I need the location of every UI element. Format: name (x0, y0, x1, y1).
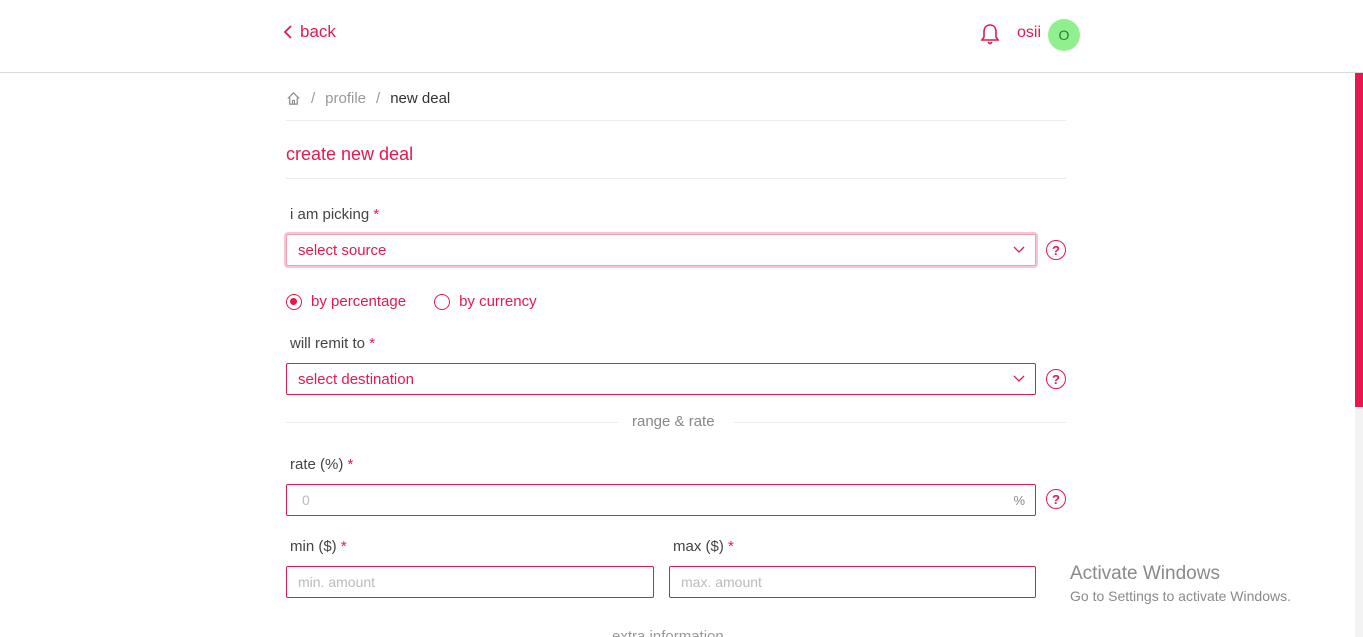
watermark-line2: Go to Settings to activate Windows. (1070, 588, 1291, 604)
required-mark: * (728, 538, 734, 555)
picking-label: i am picking * (290, 206, 379, 223)
mode-radio-group: by percentage by currency (286, 293, 537, 310)
top-header: back osii O (0, 0, 1363, 73)
section-title-partial: extra information (612, 628, 724, 637)
username[interactable]: osii (1017, 24, 1041, 42)
scrollbar-thumb[interactable] (1355, 73, 1363, 407)
chevron-down-icon (1013, 375, 1025, 382)
avatar[interactable]: O (1048, 19, 1080, 51)
rate-input[interactable] (298, 492, 1024, 508)
chevron-down-icon (1013, 246, 1025, 253)
divider (286, 178, 1066, 179)
watermark-line1: Activate Windows (1070, 563, 1220, 584)
max-label: max ($) * (673, 538, 734, 555)
breadcrumb-profile[interactable]: profile (325, 90, 366, 107)
source-select-value: select source (298, 241, 387, 259)
required-mark: * (373, 206, 380, 223)
page-title: create new deal (286, 144, 414, 164)
breadcrumb: / profile / new deal (286, 90, 450, 107)
rate-label: rate (%) * (290, 456, 353, 473)
divider-line (734, 422, 1066, 423)
min-label-text: min ($) (290, 538, 337, 555)
help-icon[interactable]: ? (1046, 240, 1066, 260)
breadcrumb-separator: / (311, 90, 316, 107)
required-mark: * (347, 456, 354, 473)
radio-by-currency[interactable]: by currency (434, 293, 537, 310)
destination-select-value: select destination (298, 370, 414, 388)
required-mark: * (369, 335, 376, 352)
bell-icon[interactable] (979, 22, 1001, 46)
min-label: min ($) * (290, 538, 347, 555)
radio-by-percentage[interactable]: by percentage (286, 293, 406, 310)
rate-label-text: rate (%) (290, 456, 344, 473)
max-amount-input[interactable] (681, 574, 1024, 590)
radio-indicator (286, 293, 302, 310)
rate-input-wrapper: % (286, 484, 1036, 516)
radio-label: by currency (459, 293, 537, 310)
picking-label-text: i am picking (290, 206, 370, 223)
radio-label: by percentage (311, 293, 407, 310)
divider (286, 120, 1066, 121)
radio-indicator (434, 293, 451, 310)
help-icon[interactable]: ? (1046, 369, 1066, 389)
min-input-wrapper (286, 566, 654, 598)
section-title: range & rate (632, 413, 715, 430)
section-divider-range-rate: range & rate (286, 413, 1066, 433)
divider-line (286, 422, 618, 423)
source-select[interactable]: select source (286, 234, 1036, 266)
remit-label-text: will remit to (290, 335, 366, 352)
max-input-wrapper (669, 566, 1036, 598)
percent-suffix: % (1013, 493, 1025, 508)
min-amount-input[interactable] (298, 574, 642, 590)
required-mark: * (340, 538, 347, 555)
home-icon[interactable] (286, 91, 301, 106)
help-icon[interactable]: ? (1046, 489, 1066, 509)
breadcrumb-current: new deal (390, 90, 451, 107)
destination-select[interactable]: select destination (286, 363, 1036, 395)
remit-label: will remit to * (290, 335, 375, 352)
breadcrumb-separator: / (376, 90, 381, 107)
activation-watermark: Activate Windows Go to Settings to activ… (1070, 563, 1291, 604)
back-label: back (300, 22, 336, 41)
max-label-text: max ($) (673, 538, 724, 555)
back-button[interactable]: back (282, 22, 336, 42)
chevron-left-icon (283, 25, 292, 39)
